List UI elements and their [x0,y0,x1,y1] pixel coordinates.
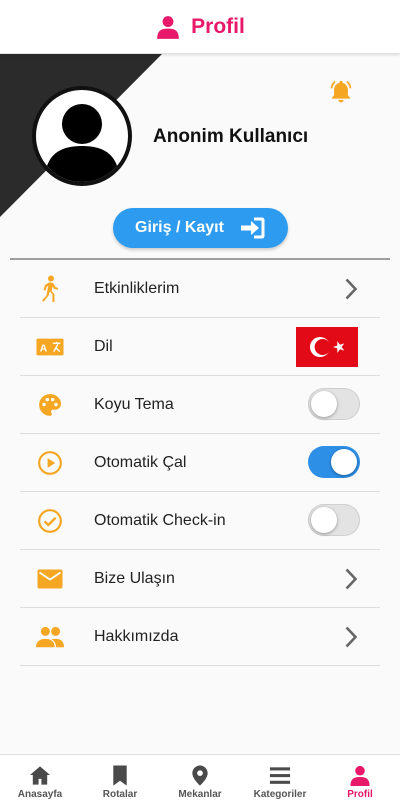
nav-item-anasayfa[interactable]: Anasayfa [0,755,80,800]
autoplay-toggle[interactable] [308,446,360,478]
mail-icon [37,569,63,589]
toggle-knob [311,507,337,533]
auto-checkin-toggle[interactable] [308,504,360,536]
menu-lines-icon [269,767,291,784]
settings-row-label: Dil [94,337,113,355]
location-pin-icon [192,765,208,786]
chevron-right-icon [345,568,358,590]
person-icon [157,15,179,39]
settings-row-label: Otomatik Çal [94,453,187,471]
user-avatar-icon [44,104,120,182]
nav-label: Kategoriler [253,789,307,800]
page-title: Profil [191,14,245,38]
nav-label: Mekanlar [178,789,222,800]
bell-icon[interactable] [328,78,354,104]
settings-row-label: Koyu Tema [94,395,174,413]
toggle-knob [331,449,357,475]
settings-list: Etkinliklerim A Dil Koyu Tema Otomatik Ç… [20,260,380,666]
nav-item-mekanlar[interactable]: Mekanlar [160,755,240,800]
translate-icon: A [36,338,64,356]
nav-label: Anasayfa [17,789,63,800]
nav-item-rotalar[interactable]: Rotalar [80,755,160,800]
chevron-right-icon [345,626,358,648]
avatar[interactable] [32,86,132,186]
person-icon [350,765,370,787]
settings-row-bize-ulasin[interactable]: Bize Ulaşın [20,550,380,608]
people-icon [36,626,64,648]
settings-row-label: Bize Ulaşın [94,569,175,587]
bookmark-icon [113,765,127,786]
settings-row-label: Hakkımızda [94,627,179,645]
walking-person-icon [42,275,59,302]
login-arrow-icon [240,217,265,239]
nav-label: Profil [347,789,373,800]
settings-row-koyu-tema[interactable]: Koyu Tema [20,376,380,434]
chevron-right-icon [345,278,358,300]
settings-row-hakkimizda[interactable]: Hakkımızda [20,608,380,666]
settings-row-otomatik-cal[interactable]: Otomatik Çal [20,434,380,492]
nav-item-kategoriler[interactable]: Kategoriler [240,755,320,800]
dark-theme-toggle[interactable] [308,388,360,420]
nav-item-profil[interactable]: Profil [320,755,400,800]
svg-text:A: A [40,344,48,355]
username: Anonim Kullanıcı [153,126,309,147]
home-icon [29,766,51,785]
app-header: Profil [0,0,400,54]
settings-row-label: Otomatik Check-in [94,511,226,529]
palette-icon [39,394,62,416]
profile-section: Anonim Kullanıcı Giriş / Kayıt [0,54,400,259]
play-circle-icon [38,451,62,475]
login-register-button[interactable]: Giriş / Kayıt [113,208,288,248]
bottom-nav: Anasayfa Rotalar Mekanlar Kategoriler Pr… [0,754,400,800]
settings-row-otomatik-check-in[interactable]: Otomatik Check-in [20,492,380,550]
settings-row-label: Etkinliklerim [94,279,180,297]
nav-label: Rotalar [102,789,138,800]
settings-row-dil[interactable]: A Dil [20,318,380,376]
turkey-flag-icon[interactable] [296,327,358,367]
settings-row-etkinliklerim[interactable]: Etkinliklerim [20,260,380,318]
toggle-knob [311,391,337,417]
login-button-label: Giriş / Kayıt [135,219,224,236]
check-circle-icon [38,509,62,533]
